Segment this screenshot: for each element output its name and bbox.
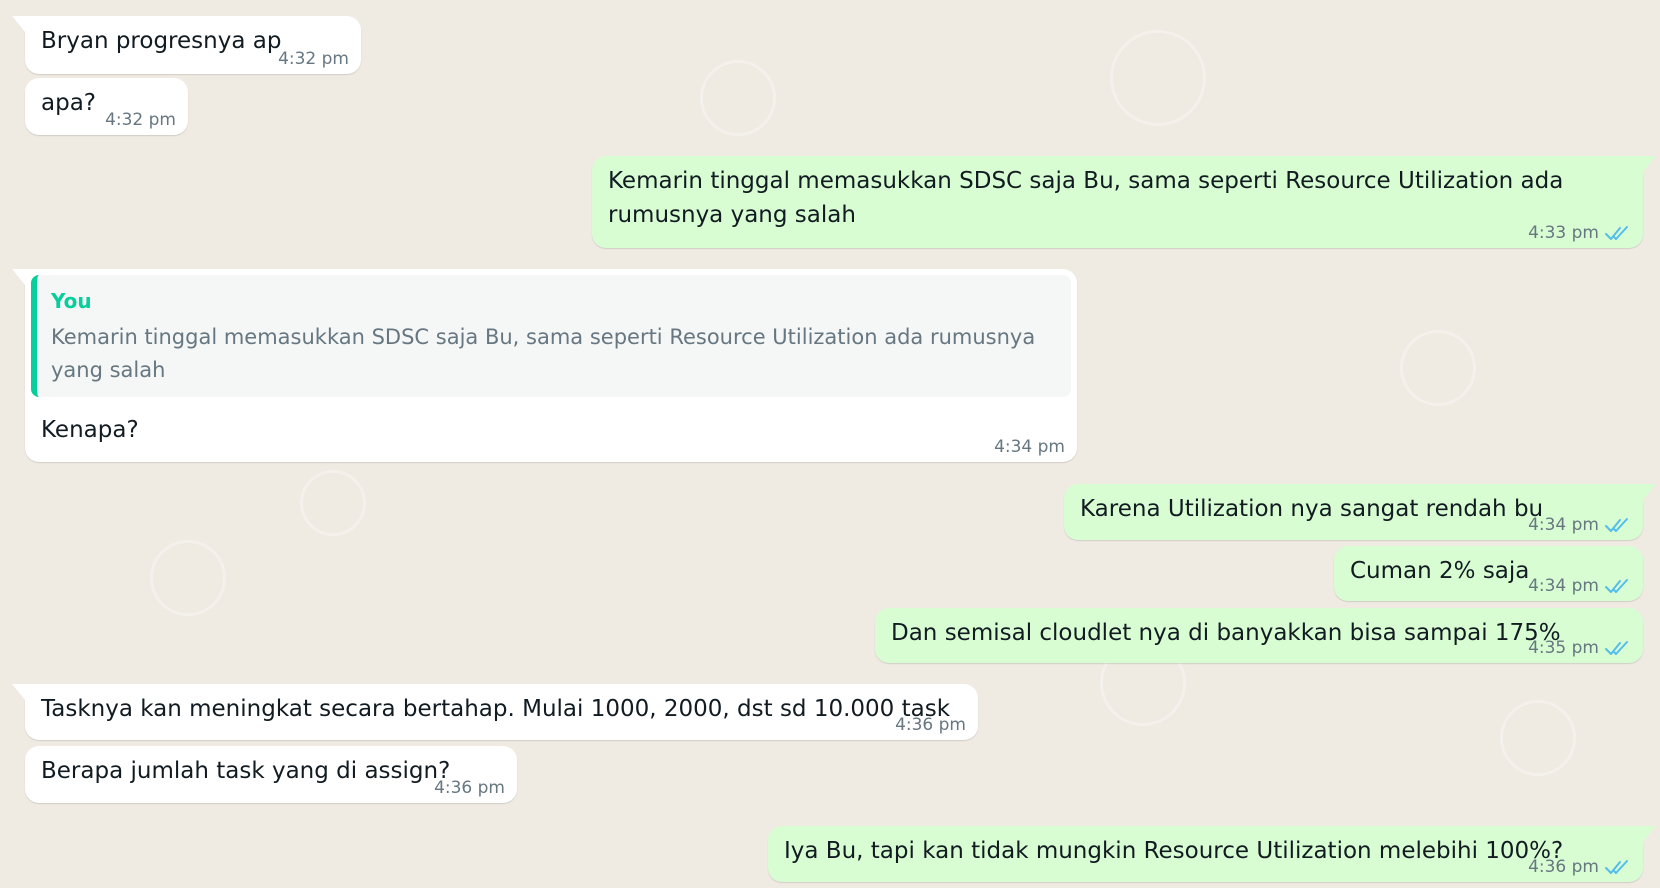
wallpaper-doodle (1400, 330, 1476, 406)
message-time: 4:34 pm (994, 437, 1065, 457)
message-text: Kemarin tinggal memasukkan SDSC saja Bu,… (608, 168, 1571, 228)
quoted-message[interactable]: You Kemarin tinggal memasukkan SDSC saja… (31, 275, 1071, 397)
message-meta: 4:36 pm (434, 777, 505, 799)
quoted-text: Kemarin tinggal memasukkan SDSC saja Bu,… (51, 325, 1036, 382)
message-meta: 4:36 pm (1528, 856, 1631, 878)
message-text: Tasknya kan meningkat secara bertahap. M… (41, 696, 951, 722)
double-check-icon (1605, 641, 1628, 655)
message-meta: 4:34 pm (1528, 514, 1631, 536)
message-time: 4:34 pm (1528, 576, 1599, 596)
message-text: Iya Bu, tapi kan tidak mungkin Resource … (784, 838, 1564, 864)
message-time: 4:36 pm (434, 778, 505, 798)
outgoing-message-bubble[interactable]: Cuman 2% saja 4:34 pm (1334, 546, 1643, 601)
message-text: Dan semisal cloudlet nya di banyakkan bi… (891, 620, 1561, 646)
wallpaper-doodle (150, 540, 226, 616)
incoming-message-bubble[interactable]: apa? 4:32 pm (25, 78, 188, 135)
message-meta: 4:33 pm (1528, 222, 1631, 244)
double-check-icon (1605, 518, 1628, 532)
wallpaper-doodle (700, 60, 776, 136)
incoming-message-bubble[interactable]: Tasknya kan meningkat secara bertahap. M… (12, 684, 978, 740)
outgoing-message-bubble[interactable]: Kemarin tinggal memasukkan SDSC saja Bu,… (592, 156, 1656, 248)
message-meta: 4:32 pm (105, 109, 176, 131)
double-check-icon (1605, 579, 1628, 593)
outgoing-message-bubble[interactable]: Iya Bu, tapi kan tidak mungkin Resource … (768, 826, 1656, 882)
quoted-author: You (51, 289, 92, 313)
message-meta: 4:34 pm (1528, 575, 1631, 597)
message-time: 4:33 pm (1528, 223, 1599, 243)
wallpaper-doodle (300, 470, 366, 536)
message-time: 4:36 pm (895, 715, 966, 735)
message-time: 4:35 pm (1528, 638, 1599, 658)
message-time: 4:32 pm (105, 110, 176, 130)
message-text: Kenapa? (41, 417, 139, 443)
message-meta: 4:35 pm (1528, 637, 1631, 659)
message-time: 4:34 pm (1528, 515, 1599, 535)
message-meta: 4:32 pm (278, 48, 349, 70)
outgoing-message-bubble[interactable]: Dan semisal cloudlet nya di banyakkan bi… (875, 608, 1643, 663)
incoming-message-bubble[interactable]: Berapa jumlah task yang di assign? 4:36 … (25, 746, 517, 803)
chat-conversation-panel[interactable]: Bryan progresnya ap 4:32 pm apa? 4:32 pm… (0, 0, 1660, 888)
incoming-message-bubble[interactable]: Bryan progresnya ap 4:32 pm (12, 16, 361, 74)
message-time: 4:32 pm (278, 49, 349, 69)
wallpaper-doodle (1110, 30, 1206, 126)
incoming-reply-bubble[interactable]: You Kemarin tinggal memasukkan SDSC saja… (12, 269, 1077, 462)
message-meta: 4:34 pm (994, 436, 1065, 458)
double-check-icon (1605, 226, 1628, 240)
wallpaper-doodle (1500, 700, 1576, 776)
message-time: 4:36 pm (1528, 857, 1599, 877)
double-check-icon (1605, 860, 1628, 874)
outgoing-message-bubble[interactable]: Karena Utilization nya sangat rendah bu … (1064, 484, 1656, 540)
message-meta: 4:36 pm (895, 714, 966, 736)
